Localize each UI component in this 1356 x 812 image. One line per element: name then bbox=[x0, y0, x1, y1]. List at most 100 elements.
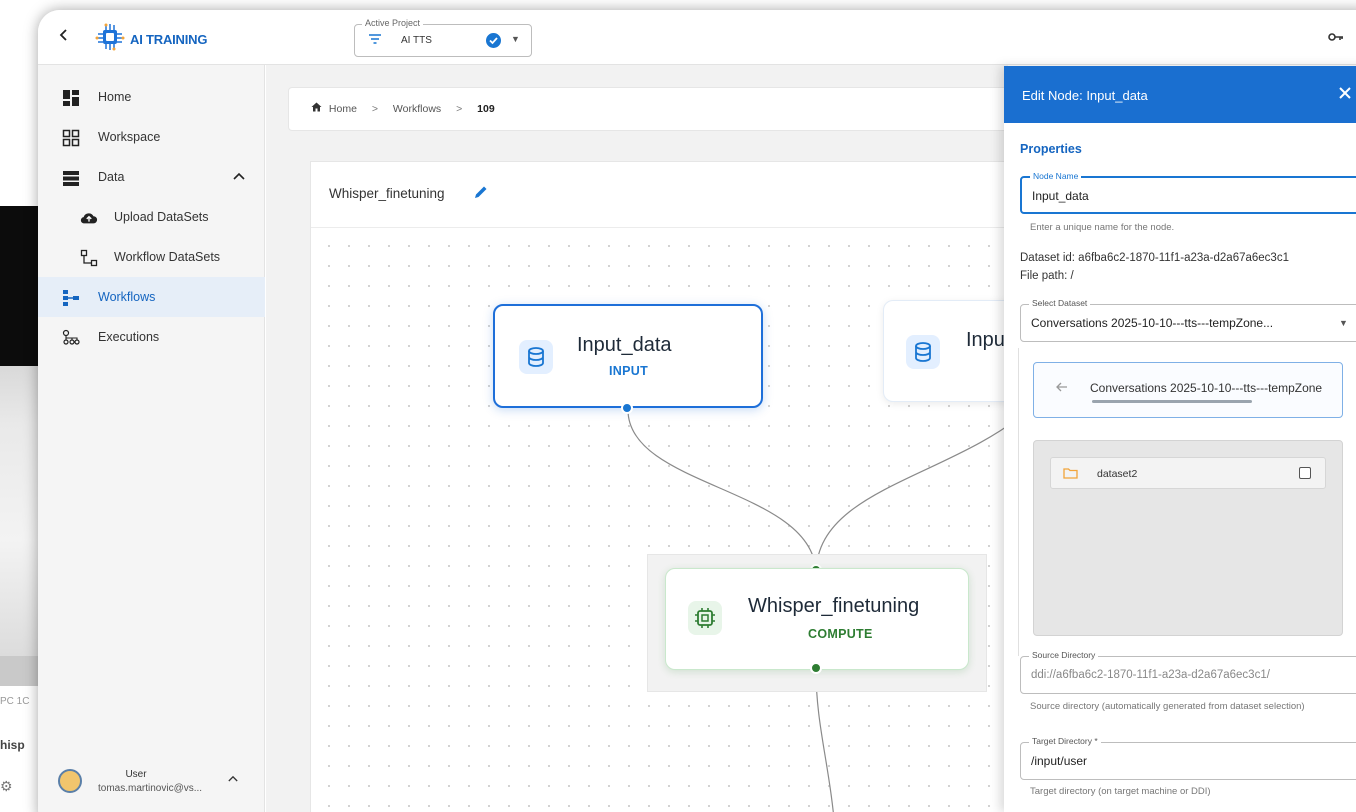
user-name: User bbox=[125, 769, 147, 780]
node-output-port[interactable] bbox=[621, 402, 633, 414]
panel-title: Edit Node: Input_data bbox=[1022, 88, 1148, 103]
folder-list: dataset2 bbox=[1033, 440, 1343, 636]
sidebar-item-workspace[interactable]: Workspace bbox=[38, 117, 265, 157]
workflow-header: Whisper_finetuning bbox=[311, 162, 1031, 228]
edge-input2-to-compute bbox=[815, 407, 1031, 575]
app-brand: AI TRAINING bbox=[130, 32, 208, 47]
dataset-browser: Conversations 2025-10-10---tts---tempZon… bbox=[1018, 348, 1356, 656]
breadcrumb-workflows[interactable]: Workflows bbox=[393, 103, 441, 115]
chevron-up-icon bbox=[228, 773, 238, 785]
node-whisper-finetuning[interactable]: Whisper_finetuning COMPUTE bbox=[665, 568, 969, 670]
browser-path-text: Conversations 2025-10-10---tts---tempZon… bbox=[1090, 381, 1323, 395]
breadcrumb-separator: > bbox=[371, 103, 378, 115]
browser-path-bar[interactable]: Conversations 2025-10-10---tts---tempZon… bbox=[1033, 362, 1343, 418]
panel-header: Edit Node: Input_data bbox=[1004, 66, 1356, 123]
node-title: Inpu bbox=[966, 329, 1005, 351]
dataset-id: Dataset id: a6fba6c2-1870-11f1-a23a-d2a6… bbox=[1020, 252, 1289, 264]
database-icon bbox=[519, 340, 553, 374]
caret-down-icon: ▼ bbox=[1339, 318, 1348, 328]
folder-name: dataset2 bbox=[1097, 468, 1138, 480]
sidebar-item-label: Executions bbox=[98, 330, 160, 344]
node-type: COMPUTE bbox=[808, 627, 873, 641]
chevron-left-icon bbox=[59, 29, 67, 41]
source-directory-help: Source directory (automatically generate… bbox=[1030, 701, 1305, 712]
close-icon[interactable] bbox=[1338, 84, 1352, 105]
folder-checkbox[interactable] bbox=[1299, 467, 1311, 479]
sidebar-item-upload-datasets[interactable]: Upload DataSets bbox=[38, 197, 265, 237]
breadcrumb-home[interactable]: Home bbox=[329, 103, 357, 115]
caret-down-icon: ▼ bbox=[511, 34, 520, 44]
workflow-icon bbox=[63, 290, 79, 306]
horizontal-scrollbar[interactable] bbox=[1092, 400, 1252, 403]
node-name-help: Enter a unique name for the node. bbox=[1030, 222, 1175, 233]
source-directory-field: Source Directory ddi://a6fba6c2-1870-11f… bbox=[1020, 650, 1356, 694]
check-circle-icon bbox=[486, 33, 501, 48]
select-dataset-label: Select Dataset bbox=[1029, 298, 1091, 308]
back-button[interactable] bbox=[54, 27, 74, 47]
edit-node-panel: Edit Node: Input_data Properties Node Na… bbox=[1004, 66, 1356, 812]
select-dataset-value: Conversations 2025-10-10---tts---tempZon… bbox=[1031, 316, 1274, 330]
breadcrumb: Home > Workflows > 109 bbox=[288, 87, 1018, 131]
target-directory-input[interactable]: /input/user bbox=[1031, 754, 1087, 768]
database-icon bbox=[906, 335, 940, 369]
select-dataset[interactable]: Select Dataset Conversations 2025-10-10-… bbox=[1020, 298, 1356, 342]
user-email: tomas.martinovic@vs... bbox=[98, 783, 203, 794]
dashboard-icon bbox=[63, 90, 79, 106]
sidebar-item-label: Upload DataSets bbox=[114, 210, 209, 224]
source-directory-value: ddi://a6fba6c2-1870-11f1-a23a-d2a67a6ec3… bbox=[1031, 669, 1270, 681]
workflow-canvas[interactable]: Input_data INPUT Inpu Whisper_finetuning… bbox=[311, 228, 1063, 812]
chip-icon bbox=[688, 601, 722, 635]
sidebar-item-executions[interactable]: Executions bbox=[38, 317, 265, 357]
hierarchy-icon bbox=[80, 249, 98, 267]
node-input-data[interactable]: Input_data INPUT bbox=[493, 304, 763, 408]
workflow-card: Whisper_finetuning Input_data INPUT Inpu… bbox=[310, 161, 1063, 812]
target-directory-field[interactable]: Target Directory * /input/user bbox=[1020, 736, 1356, 780]
folder-icon bbox=[1063, 468, 1078, 479]
background-text-bold: hisp bbox=[0, 738, 25, 752]
sidebar-item-workflow-datasets[interactable]: Workflow DataSets bbox=[38, 237, 265, 277]
filter-icon bbox=[369, 34, 381, 44]
node-output-port[interactable] bbox=[810, 662, 822, 674]
sidebar-item-home[interactable]: Home bbox=[38, 77, 265, 117]
node-title: Whisper_finetuning bbox=[748, 595, 920, 617]
sidebar: Home Workspace Data Upload DataSets Work… bbox=[38, 65, 265, 812]
executions-icon bbox=[62, 329, 80, 345]
node-title: Input_data bbox=[577, 334, 672, 356]
target-directory-help: Target directory (on target machine or D… bbox=[1030, 786, 1211, 797]
properties-heading: Properties bbox=[1020, 142, 1082, 156]
target-directory-label: Target Directory * bbox=[1029, 736, 1101, 746]
active-project-value: AI TTS bbox=[401, 35, 432, 46]
source-directory-label: Source Directory bbox=[1029, 650, 1099, 660]
top-bar: AI TRAINING Active Project AI TTS ▼ bbox=[38, 10, 1356, 65]
brain-chip-logo-icon bbox=[94, 22, 126, 52]
file-path: File path: / bbox=[1020, 270, 1074, 282]
arrow-left-icon[interactable] bbox=[1056, 379, 1068, 395]
screen: PC 1C hisp ⚙ AI TRAINING Active Project … bbox=[0, 0, 1356, 812]
sidebar-item-label: Workflows bbox=[98, 290, 156, 304]
workflow-title: Whisper_finetuning bbox=[329, 186, 445, 201]
sidebar-item-label: Workflow DataSets bbox=[114, 250, 221, 264]
sidebar-item-label: Home bbox=[98, 90, 132, 104]
main-content: Home > Workflows > 109 Whisper_finetunin… bbox=[266, 65, 1063, 812]
active-project-label: Active Project bbox=[362, 18, 424, 28]
background-text: PC 1C bbox=[0, 696, 30, 707]
node-name-field[interactable]: Node Name Input_data bbox=[1020, 171, 1356, 214]
sidebar-item-workflows[interactable]: Workflows bbox=[38, 277, 265, 317]
node-name-label: Node Name bbox=[1030, 171, 1082, 181]
active-project-select[interactable]: Active Project AI TTS ▼ bbox=[354, 18, 532, 57]
grid-icon bbox=[62, 129, 80, 147]
background-gear-icon: ⚙ bbox=[0, 778, 13, 794]
list-item[interactable]: dataset2 bbox=[1050, 457, 1326, 489]
storage-icon bbox=[63, 171, 79, 186]
pencil-icon[interactable] bbox=[473, 184, 489, 200]
sidebar-item-data[interactable]: Data bbox=[38, 157, 265, 197]
chevron-up-icon bbox=[233, 169, 245, 183]
key-icon[interactable] bbox=[1328, 29, 1344, 45]
sidebar-item-label: Data bbox=[98, 170, 125, 184]
sidebar-item-label: Workspace bbox=[98, 130, 161, 144]
node-name-input[interactable]: Input_data bbox=[1032, 189, 1089, 203]
cloud-upload-icon bbox=[80, 213, 98, 224]
breadcrumb-separator: > bbox=[456, 103, 463, 115]
node-type: INPUT bbox=[609, 364, 648, 378]
user-menu[interactable]: User tomas.martinovic@vs... bbox=[38, 755, 265, 812]
